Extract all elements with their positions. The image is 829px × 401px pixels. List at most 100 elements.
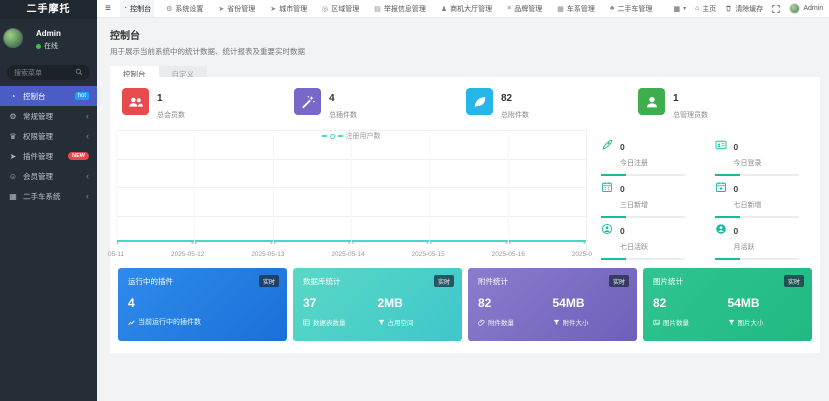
gear-icon: ⚙ xyxy=(9,111,17,121)
home-button[interactable]: ⌂ 主页 xyxy=(695,4,716,14)
x-axis-tick: 2025-05-14 xyxy=(331,251,365,258)
stat-value: 4 xyxy=(329,93,335,104)
summary-cards-row: 运行中的插件 实时 4 当前运行中的插件数 数据库统计 实时 37 数据表数量 … xyxy=(110,258,820,341)
card-running-plugins[interactable]: 运行中的插件 实时 4 当前运行中的插件数 xyxy=(118,268,287,341)
realtime-badge: 实时 xyxy=(608,275,629,287)
menu-toggle-icon[interactable]: ≡ xyxy=(105,3,111,14)
nav-report-info[interactable]: ▤ 举报信息管理 xyxy=(371,0,429,17)
sidebar-item-permissions[interactable]: ♛ 权限管理 ‹ xyxy=(0,126,97,146)
sidebar-item-members[interactable]: ☺ 会员管理 ‹ xyxy=(0,166,97,186)
report-icon: ▤ xyxy=(374,5,381,13)
user-avatar[interactable] xyxy=(3,28,23,48)
search-icon xyxy=(75,68,83,78)
user-menu[interactable]: Admin xyxy=(789,3,823,14)
stat-total-plugins: 4 总插件数 xyxy=(294,88,466,120)
apps-menu-button[interactable]: ▦ ▾ xyxy=(673,5,686,13)
stat-label: 总插件数 xyxy=(329,112,357,119)
nav-city[interactable]: ➤ 城市管理 xyxy=(267,0,310,17)
stat-total-attachments: 82 总附件数 xyxy=(466,88,638,120)
nav-usedcar[interactable]: ♣ 二手车管理 xyxy=(607,0,656,17)
magic-wand-icon xyxy=(294,88,321,115)
nav-car-series[interactable]: ▦ 车系管理 xyxy=(554,0,598,17)
app-screen: 二手摩托 Admin 在线 搜索菜单 ◔ 控制台 hot ⚙ 常规管理 ‹ ♛ … xyxy=(0,0,829,401)
chevron-left-icon: ‹ xyxy=(86,130,89,141)
sidebar-item-dashboard[interactable]: ◔ 控制台 hot xyxy=(0,86,97,106)
online-dot-icon xyxy=(36,43,41,49)
sidebar-search-input[interactable]: 搜索菜单 xyxy=(7,65,90,80)
fullscreen-icon xyxy=(772,4,781,13)
card-image-stats[interactable]: 图片统计 实时 82 图片数量 54MB 图片大小 xyxy=(643,268,812,341)
stat-value: 1 xyxy=(157,93,163,104)
home-icon: ⌂ xyxy=(695,5,700,12)
user-status: 在线 xyxy=(36,41,91,51)
user-icon: ☺ xyxy=(8,171,18,181)
circle-o-icon: ◎ xyxy=(322,5,329,13)
fullscreen-button[interactable] xyxy=(772,4,781,13)
stat-value: 1 xyxy=(673,93,679,104)
user-name: Admin xyxy=(36,29,61,38)
registered-users-chart[interactable]: 注册用户数 05-11 2025-05-12 2025-05-13 2025-05-1… xyxy=(108,130,592,258)
x-axis-tick: 2025-05-16 xyxy=(491,251,525,258)
new-badge: NEW xyxy=(68,152,89,160)
leaf-icon xyxy=(466,88,493,115)
dashboard-panel: 1 总会员数 4 总插件数 82 总附件数 1 总管理员数 注册用户数 05-1… xyxy=(108,77,820,353)
nav-dashboard[interactable]: ◔ 控制台 xyxy=(119,0,155,17)
stat-label: 总会员数 xyxy=(157,112,185,119)
page-title: 控制台 xyxy=(110,31,140,42)
th-icon: ▦ xyxy=(9,191,17,201)
mini-stat-7day-active: 0 七日活跃 xyxy=(587,216,701,260)
trash-icon xyxy=(725,5,732,12)
stat-total-admins: 1 总管理员数 xyxy=(638,88,810,120)
x-axis-tick: 2025-05-12 xyxy=(171,251,205,258)
stat-total-members: 1 总会员数 xyxy=(122,88,294,120)
sidebar: 二手摩托 Admin 在线 搜索菜单 ◔ 控制台 hot ⚙ 常规管理 ‹ ♛ … xyxy=(0,0,97,401)
app-logo[interactable]: 二手摩托 xyxy=(0,0,97,19)
chart-and-stats-row: 注册用户数 05-11 2025-05-12 2025-05-13 2025-05-1… xyxy=(108,130,820,260)
card-attachment-stats[interactable]: 附件统计 实时 82 附件数量 54MB 附件大小 xyxy=(468,268,637,341)
filter-icon xyxy=(378,319,385,326)
stat-row: 1 总会员数 4 总插件数 82 总附件数 1 总管理员数 xyxy=(110,77,820,124)
x-axis-tick: 2025-05-13 xyxy=(251,251,285,258)
filter-icon xyxy=(728,319,735,326)
nav-brand[interactable]: ≡ 品牌管理 xyxy=(504,0,545,17)
chart-legend[interactable]: 注册用户数 xyxy=(116,131,586,141)
sidebar-item-general[interactable]: ⚙ 常规管理 ‹ xyxy=(0,106,97,126)
nav-province[interactable]: ➤ 省份管理 xyxy=(215,0,258,17)
sidebar-menu: ◔ 控制台 hot ⚙ 常规管理 ‹ ♛ 权限管理 ‹ ➤ 插件管理 NEW ☺ xyxy=(0,86,97,206)
user-icon: ♟ xyxy=(440,5,448,13)
mini-stat-today-registered: 0 今日注册 xyxy=(587,132,701,176)
chevron-left-icon: ‹ xyxy=(86,190,89,201)
realtime-badge: 实时 xyxy=(783,275,804,287)
mini-stats-grid: 0 今日注册 0 今日登录 0 三日新增 0 七日新增 0 七日活跃 0 月活跃 xyxy=(586,130,820,260)
clear-cache-button[interactable]: 清除缓存 xyxy=(725,4,763,14)
paperclip-icon xyxy=(478,318,485,326)
nav-region[interactable]: ◎ 区域管理 xyxy=(319,0,362,17)
page-subtitle: 用于展示当前系统中的统计数据、统计报表及重要实时数据 xyxy=(110,47,305,56)
th-large-icon: ▦ xyxy=(557,5,564,13)
card-database-stats[interactable]: 数据库统计 实时 37 数据表数量 2MB 占用空间 xyxy=(293,268,462,341)
group-icon: ♛ xyxy=(9,131,17,141)
mini-stat-monthly-active: 0 月活跃 xyxy=(701,216,815,260)
main-content: 控制台 用于展示当前系统中的统计数据、统计报表及重要实时数据 控制台 自定义 1… xyxy=(97,18,829,401)
legend-line-icon xyxy=(321,135,327,137)
id-card-icon xyxy=(715,137,727,151)
nav-business-hall[interactable]: ♟ 商机大厅管理 xyxy=(438,0,495,17)
rocket-icon: ➤ xyxy=(9,151,17,161)
legend-marker-icon xyxy=(329,133,335,139)
x-axis-tick: 2025-05-15 xyxy=(411,251,445,258)
sidebar-item-usedcar-system[interactable]: ▦ 二手车系统 ‹ xyxy=(0,186,97,206)
sidebar-item-plugins[interactable]: ➤ 插件管理 NEW xyxy=(0,146,97,166)
page-header: 控制台 用于展示当前系统中的统计数据、统计报表及重要实时数据 xyxy=(97,18,829,57)
location-arrow-icon: ➤ xyxy=(270,5,277,13)
stat-value: 82 xyxy=(501,93,513,104)
sitemap-icon: ♣ xyxy=(609,5,615,12)
avatar xyxy=(789,3,801,14)
realtime-badge: 实时 xyxy=(258,275,279,287)
chevron-left-icon: ‹ xyxy=(86,170,89,181)
nav-system-settings[interactable]: ⚙ 系统设置 xyxy=(163,0,206,17)
sidebar-user-panel: Admin 在线 xyxy=(0,19,97,61)
rocket-icon xyxy=(601,137,613,151)
legend-line-icon xyxy=(337,135,343,137)
th-large-icon: ▦ xyxy=(673,5,681,13)
mini-stat-today-login: 0 今日登录 xyxy=(701,132,815,176)
